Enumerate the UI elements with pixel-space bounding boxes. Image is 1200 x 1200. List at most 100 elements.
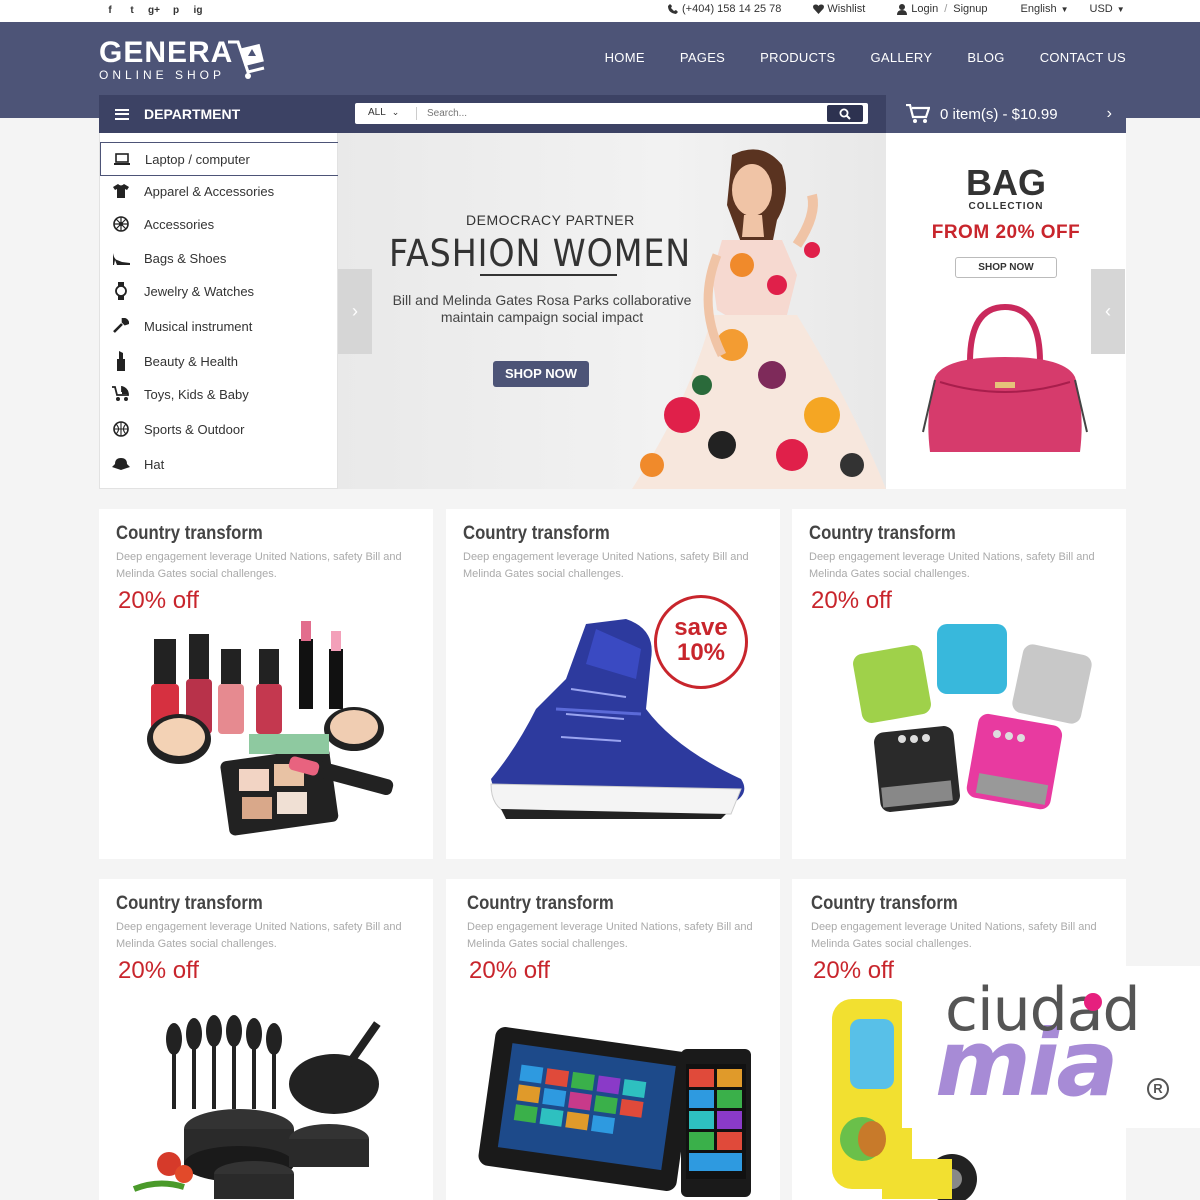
caret-down-icon: ▼	[1116, 5, 1125, 14]
search-icon	[839, 108, 851, 120]
logo[interactable]: GENERA ONLINE SHOP	[99, 38, 233, 82]
dept-item-label: Apparel & Accessories	[144, 183, 275, 199]
promo-shop-now-button[interactable]: SHOP NOW	[955, 257, 1057, 278]
cart-summary[interactable]: 0 item(s) - $10.99 ›	[886, 95, 1126, 133]
caret-down-icon: ▼	[1060, 5, 1069, 14]
banner-subtitle: DEMOCRACY PARTNER	[466, 212, 635, 228]
dept-item-jewelry[interactable]: Jewelry & Watches	[100, 274, 339, 308]
nav-blog[interactable]: BLOG	[967, 50, 1004, 65]
nav-pages[interactable]: PAGES	[680, 50, 725, 65]
cart-icon	[906, 104, 930, 123]
card-discount: 20% off	[469, 957, 550, 984]
search-box: ALL	[355, 103, 868, 124]
language-select[interactable]: English ▼	[1021, 3, 1069, 15]
search-input[interactable]	[427, 105, 807, 122]
dept-item-label: Jewelry & Watches	[144, 283, 255, 299]
slider-prev-button[interactable]: ‹	[1091, 269, 1125, 354]
dept-item-bags-shoes[interactable]: Bags & Shoes	[100, 241, 339, 275]
logo-text: GENERA	[99, 36, 234, 69]
currency-select[interactable]: USD ▼	[1090, 3, 1125, 15]
main-nav: HOME PAGES PRODUCTS GALLERY BLOG CONTACT…	[605, 50, 1126, 65]
chevron-left-icon: ‹	[1105, 301, 1111, 321]
stroller-icon	[112, 385, 130, 403]
phone-icon	[668, 3, 679, 15]
card-title: Country transform	[116, 893, 263, 914]
dept-item-label: Musical instrument	[144, 318, 253, 334]
chevron-right-icon: ›	[1106, 105, 1112, 122]
menu-icon	[115, 108, 129, 120]
watermark-text-ciudad: ciudad	[945, 975, 1141, 1045]
product-card[interactable]: Country transform Deep engagement levera…	[99, 509, 433, 859]
currency-label: USD	[1089, 3, 1113, 15]
cookware-image	[132, 1015, 381, 1199]
twitter-icon[interactable]: t	[126, 4, 138, 17]
wrench-icon	[112, 317, 130, 335]
card-description: Deep engagement leverage United Nations,…	[809, 551, 1095, 580]
card-title: Country transform	[116, 523, 263, 544]
google-plus-icon[interactable]: g+	[148, 4, 160, 17]
heel-shoe-icon	[112, 249, 130, 267]
speakers-image	[853, 624, 1092, 812]
product-card[interactable]: Country transform Deep engagement levera…	[99, 879, 433, 1200]
dept-item-apparel[interactable]: Apparel & Accessories	[100, 174, 339, 208]
lipstick-icon	[112, 351, 130, 371]
banner-shop-now-button[interactable]: SHOP NOW	[493, 361, 589, 387]
registered-icon: R	[1147, 1078, 1169, 1100]
wishlist-link[interactable]: Wishlist	[827, 3, 865, 15]
nav-contact-us[interactable]: CONTACT US	[1040, 50, 1126, 65]
instagram-icon[interactable]: ig	[192, 4, 204, 17]
watermark-dot	[1084, 993, 1102, 1011]
dept-item-label: Beauty & Health	[144, 353, 238, 369]
dept-item-hat[interactable]: Hat	[100, 447, 339, 481]
slider-next-button[interactable]: ›	[338, 269, 372, 354]
watch-icon	[112, 282, 130, 300]
login-link[interactable]: Login	[911, 3, 938, 15]
card-description: Deep engagement leverage United Nations,…	[467, 921, 753, 950]
handbag-image	[922, 303, 1088, 452]
social-links: f t g+ p ig	[104, 4, 204, 17]
product-card[interactable]: Country transform Deep engagement levera…	[446, 509, 780, 859]
nav-products[interactable]: PRODUCTS	[760, 50, 835, 65]
dept-item-beauty[interactable]: Beauty & Health	[100, 344, 339, 378]
dept-item-accessories[interactable]: Accessories	[100, 207, 339, 241]
product-card[interactable]: Country transform Deep engagement levera…	[446, 879, 780, 1200]
nav-home[interactable]: HOME	[605, 50, 645, 65]
cart-text: 0 item(s) - $10.99	[940, 105, 1058, 123]
shopping-cart-logo-icon	[228, 40, 265, 79]
promo-subtitle: COLLECTION	[968, 201, 1044, 212]
search-button[interactable]	[827, 105, 863, 122]
hat-icon	[112, 455, 130, 473]
chevron-right-icon: ›	[352, 301, 358, 321]
language-label: English	[1020, 3, 1057, 15]
facebook-icon[interactable]: f	[104, 4, 116, 17]
dept-item-musical[interactable]: Musical instrument	[100, 309, 339, 343]
cosmetics-image	[147, 621, 394, 836]
dept-item-toys[interactable]: Toys, Kids & Baby	[100, 377, 339, 411]
pinterest-icon[interactable]: p	[170, 4, 182, 17]
signup-link[interactable]: Signup	[953, 3, 987, 15]
card-discount: 20% off	[811, 587, 892, 614]
department-list: Laptop / computer Apparel & Accessories …	[99, 133, 339, 489]
card-discount: 20% off	[813, 957, 894, 984]
search-divider	[416, 107, 417, 120]
card-description: Deep engagement leverage United Nations,…	[116, 551, 402, 580]
wheel-icon	[112, 215, 130, 233]
department-toggle[interactable]: DEPARTMENT	[99, 95, 338, 133]
card-title: Country transform	[809, 523, 956, 544]
card-title: Country transform	[463, 523, 610, 544]
card-description: Deep engagement leverage United Nations,…	[463, 551, 749, 580]
dept-item-sports[interactable]: Sports & Outdoor	[100, 412, 339, 446]
user-icon	[897, 3, 908, 15]
dept-item-label: Toys, Kids & Baby	[144, 386, 249, 402]
card-title: Country transform	[811, 893, 958, 914]
search-category-select[interactable]: ALL	[368, 107, 399, 118]
nav-gallery[interactable]: GALLERY	[871, 50, 933, 65]
save-badge: save 10%	[654, 595, 748, 689]
tshirt-icon	[112, 182, 130, 200]
dept-item-laptop[interactable]: Laptop / computer	[100, 142, 339, 176]
login-divider: /	[944, 3, 948, 15]
card-description: Deep engagement leverage United Nations,…	[116, 921, 402, 950]
product-card[interactable]: Country transform Deep engagement levera…	[792, 509, 1126, 859]
heart-icon	[813, 3, 825, 15]
fashion-model-image	[632, 149, 886, 489]
